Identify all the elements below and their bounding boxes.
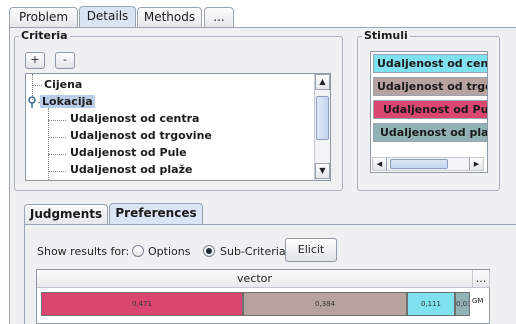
tree-connector xyxy=(32,85,42,86)
tree-item-label: Lokacija xyxy=(40,95,95,108)
stimuli-list[interactable]: Udaljenost od centra Udaljenost od trgov… xyxy=(370,51,488,173)
options-label[interactable]: Options xyxy=(148,245,190,258)
tree-item-udaljenost-plaze[interactable]: Udaljenost od plaže xyxy=(70,163,192,176)
column-header-vector[interactable]: vector xyxy=(37,270,473,288)
tree-connector xyxy=(48,171,66,172)
add-criterion-button[interactable]: + xyxy=(25,52,45,69)
stimulus-item[interactable]: Udaljenost od centra xyxy=(373,54,487,73)
results-table: vector ... 0,4710,3840,1110,034 GM xyxy=(36,269,490,324)
tab-methods[interactable]: Methods xyxy=(137,7,202,28)
vector-segment: 0,034 xyxy=(455,292,470,316)
tree-item-udaljenost-trgovine[interactable]: Udaljenost od trgovine xyxy=(70,129,212,142)
tree-expanded-icon[interactable] xyxy=(28,96,38,108)
tab-preferences[interactable]: Preferences xyxy=(109,203,203,225)
row-label: GM xyxy=(472,297,484,305)
vector-segment: 0,111 xyxy=(407,292,455,316)
stimuli-title: Stimuli xyxy=(362,29,410,42)
scroll-down-icon[interactable]: ▼ xyxy=(315,163,330,179)
subcriteria-radio[interactable] xyxy=(203,245,215,257)
tree-item-label: Udaljenost od trgovine xyxy=(70,129,212,142)
scroll-up-icon[interactable]: ▲ xyxy=(315,74,330,90)
elicit-button[interactable]: Elicit xyxy=(285,238,337,262)
tree-item-label: Udaljenost od Pule xyxy=(70,146,187,159)
vector-segment: 0,384 xyxy=(243,292,407,316)
tree-item-label: Udaljenost od plaže xyxy=(70,163,193,176)
tree-item-udaljenost-pule[interactable]: Udaljenost od Pule xyxy=(70,146,187,159)
stimuli-hscrollbar[interactable]: ◀ ▶ xyxy=(372,157,484,171)
tab-more[interactable]: ... xyxy=(204,7,234,28)
tree-item-udaljenost-centra[interactable]: Udaljenost od centra xyxy=(70,112,199,125)
column-header-more[interactable]: ... xyxy=(473,270,490,288)
vector-segment: 0,471 xyxy=(41,292,243,316)
stimulus-item[interactable]: Udaljenost od trgovine xyxy=(373,77,487,96)
scroll-right-icon[interactable]: ▶ xyxy=(469,158,483,170)
tree-connector xyxy=(48,154,66,155)
remove-criterion-button[interactable]: - xyxy=(55,52,75,69)
scroll-left-icon[interactable]: ◀ xyxy=(373,158,387,170)
tab-problem[interactable]: Problem xyxy=(9,7,78,28)
tree-item-label: Cijena xyxy=(44,78,83,91)
options-radio[interactable] xyxy=(132,245,144,257)
scrollbar-thumb[interactable] xyxy=(316,96,329,140)
tree-item-cijena[interactable]: Cijena xyxy=(44,78,82,91)
tree-connector xyxy=(48,137,66,138)
tree-item-label: Udaljenost od centra xyxy=(70,112,200,125)
criteria-title: Criteria xyxy=(19,29,70,42)
stimulus-item[interactable]: Udaljenost od Pule xyxy=(373,100,487,119)
tree-item-lokacija[interactable]: Lokacija xyxy=(40,95,95,108)
criteria-scrollbar[interactable]: ▲ ▼ xyxy=(314,74,330,180)
tab-judgments[interactable]: Judgments xyxy=(24,204,108,225)
stimulus-item[interactable]: Udaljenost od plaže xyxy=(373,123,487,142)
scrollbar-thumb[interactable] xyxy=(390,159,448,169)
tree-connector xyxy=(48,120,66,121)
tab-details[interactable]: Details xyxy=(79,6,136,28)
show-results-label: Show results for: xyxy=(37,245,130,258)
criteria-tree[interactable]: Cijena Lokacija Udaljenost od centra Uda… xyxy=(25,73,331,181)
subcriteria-label[interactable]: Sub-Criteria xyxy=(220,245,286,258)
